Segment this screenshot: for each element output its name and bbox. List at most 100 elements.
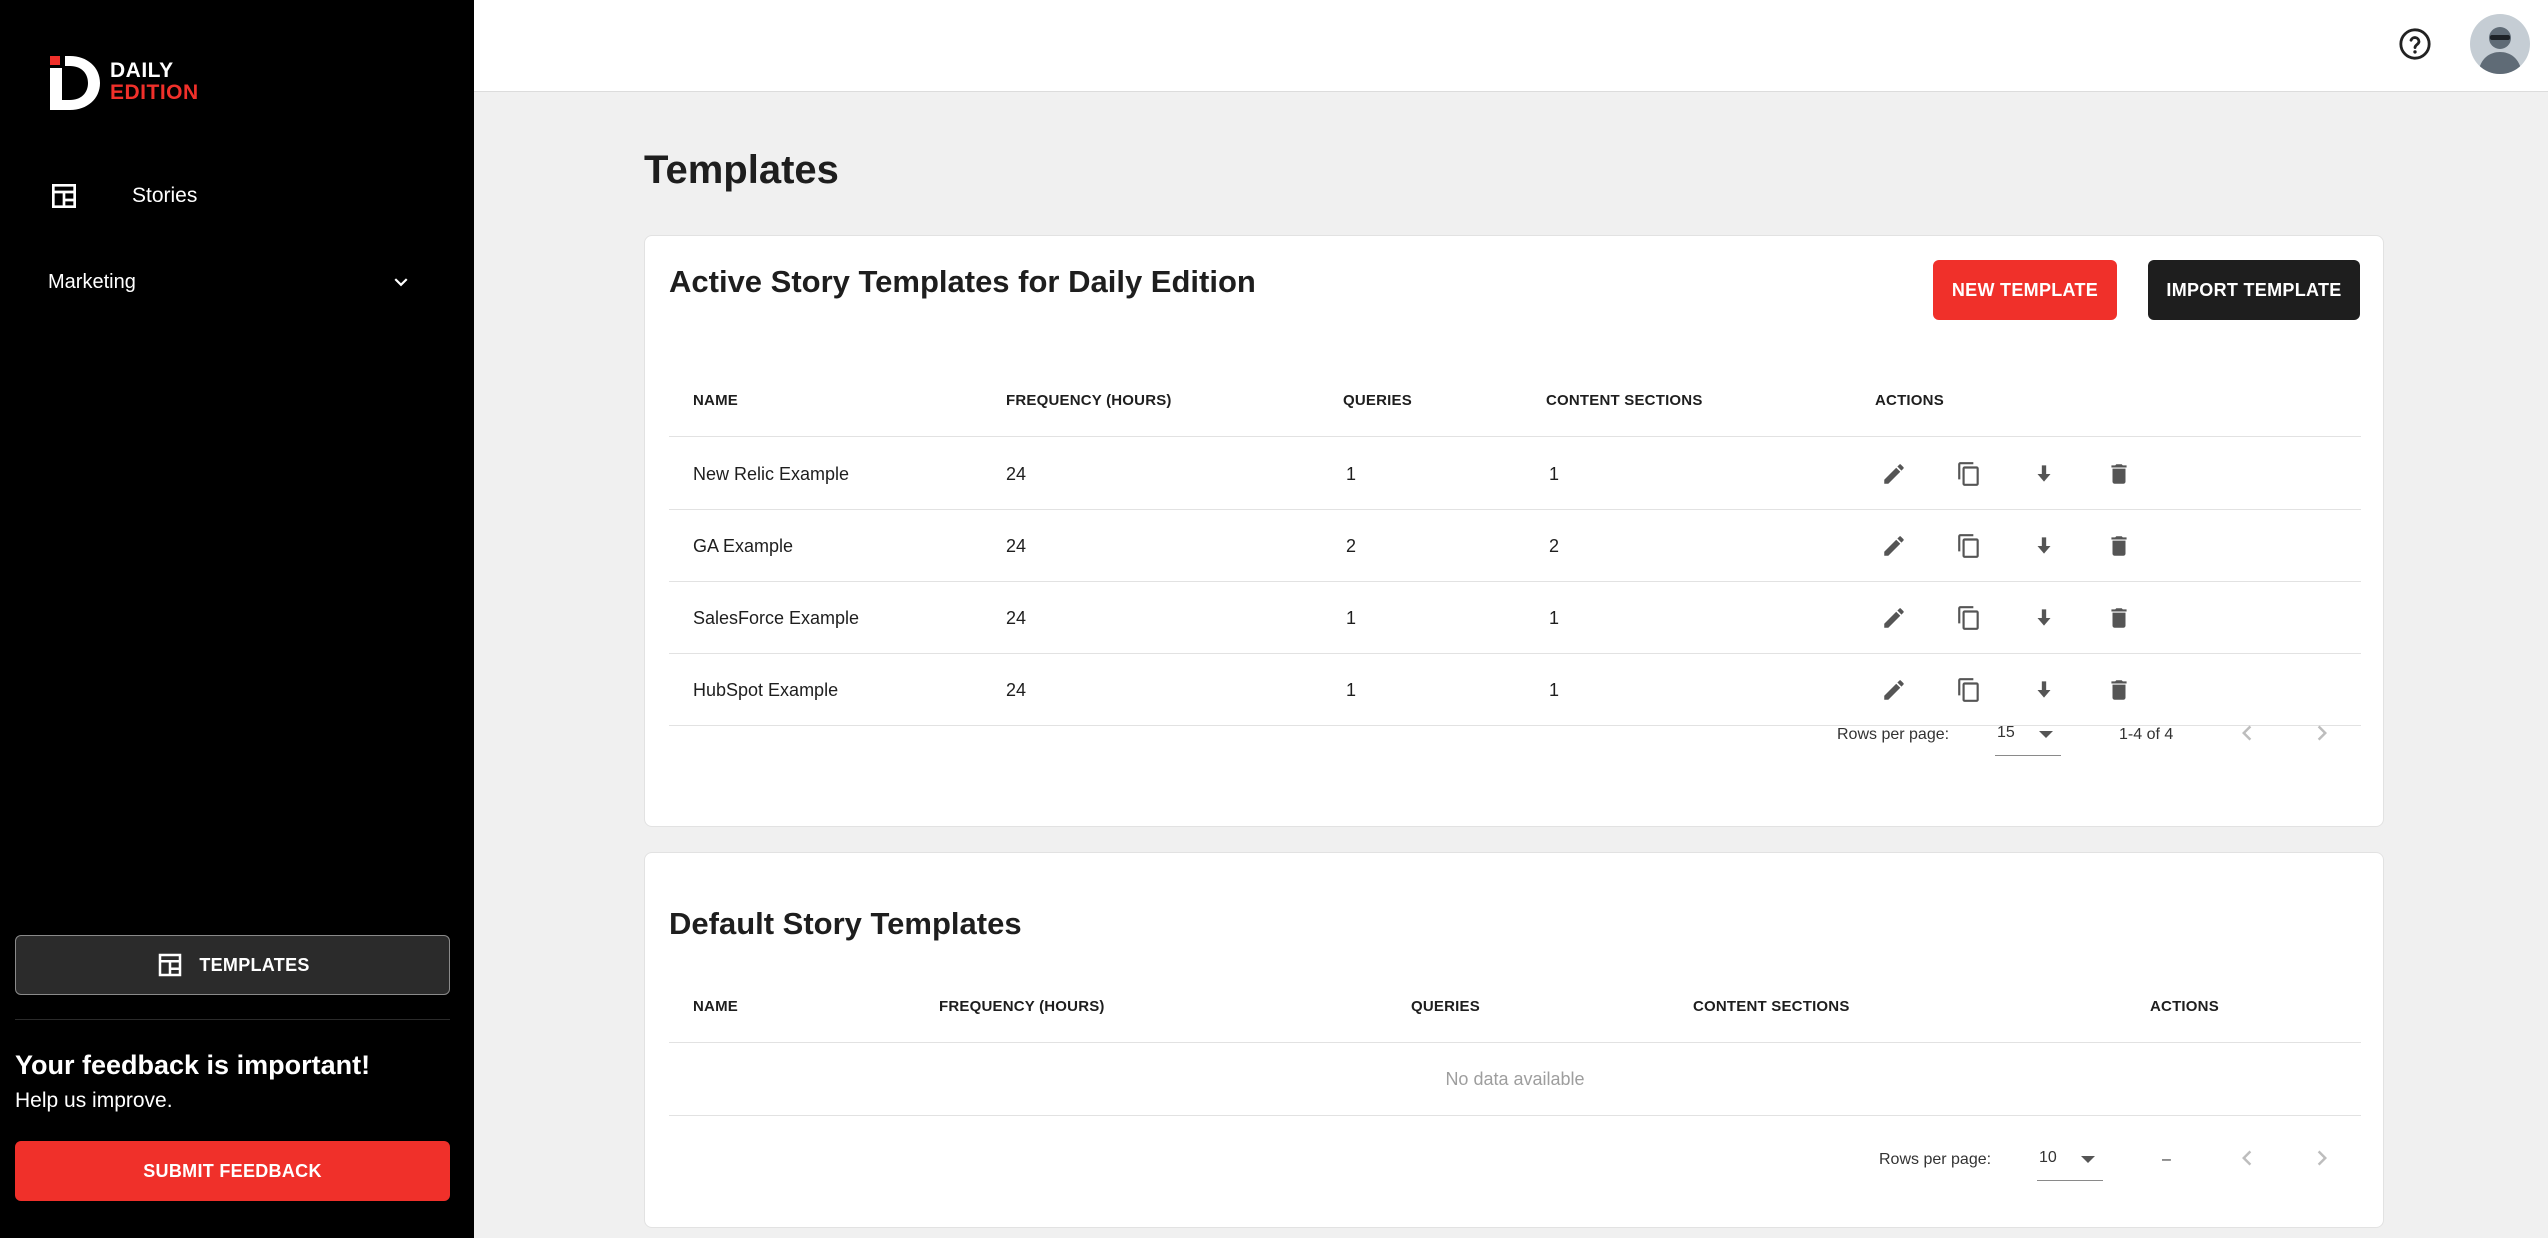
logo-line1: DAILY xyxy=(110,59,174,82)
column-header-frequency[interactable]: FREQUENCY (HOURS) xyxy=(939,971,1105,1043)
copy-icon xyxy=(1958,678,1979,702)
table-row: SalesForce Example 24 1 1 xyxy=(669,582,2361,654)
download-icon xyxy=(2037,537,2051,554)
templates-button-label: TEMPLATES xyxy=(199,954,310,975)
chevron-left-icon xyxy=(2242,725,2252,741)
feedback-title: Your feedback is important! xyxy=(15,1050,371,1080)
chevron-left-icon xyxy=(2242,1150,2252,1166)
logo-line2: EDITION xyxy=(110,81,199,104)
chevron-down-icon xyxy=(394,278,408,287)
sidebar-divider xyxy=(15,1019,450,1020)
delete-button[interactable] xyxy=(2106,461,2132,487)
copy-button[interactable] xyxy=(1956,461,1982,487)
new-template-button[interactable]: NEW TEMPLATE xyxy=(1933,260,2117,320)
cell-frequency: 24 xyxy=(1006,536,1027,556)
cell-frequency: 24 xyxy=(1006,608,1027,628)
column-header-content-sections[interactable]: CONTENT SECTIONS xyxy=(1546,365,1703,437)
copy-button[interactable] xyxy=(1956,533,1982,559)
delete-icon xyxy=(2111,464,2127,484)
copy-icon xyxy=(1958,606,1979,630)
help-circle-icon[interactable] xyxy=(2398,27,2432,61)
next-page-button[interactable] xyxy=(2307,1143,2337,1173)
templates-icon xyxy=(159,953,182,977)
rows-per-page-value: 10 xyxy=(2039,1149,2057,1166)
cell-name: HubSpot Example xyxy=(693,680,839,700)
top-bar xyxy=(474,0,2548,92)
column-header-content-sections[interactable]: CONTENT SECTIONS xyxy=(1693,971,1850,1043)
active-templates-card: Active Story Templates for Daily Edition… xyxy=(644,235,2384,827)
cell-frequency: 24 xyxy=(1006,464,1027,484)
default-table-header: NAME FREQUENCY (HOURS) QUERIES CONTENT S… xyxy=(669,971,2361,1043)
edit-button[interactable] xyxy=(1881,605,1907,631)
pagination-range: – xyxy=(2162,1151,2171,1168)
rows-per-page-label: Rows per page: xyxy=(1837,726,1950,743)
cell-queries: 1 xyxy=(1346,464,1357,484)
default-templates-title: Default Story Templates xyxy=(669,906,1022,941)
sidebar-group-label: Marketing xyxy=(48,270,136,293)
submit-feedback-button[interactable]: SUBMIT FEEDBACK xyxy=(15,1141,450,1201)
delete-icon xyxy=(2111,608,2127,628)
table-row: New Relic Example 24 1 1 xyxy=(669,438,2361,510)
delete-button[interactable] xyxy=(2106,533,2132,559)
column-header-name[interactable]: NAME xyxy=(693,971,738,1043)
chevron-right-icon xyxy=(2317,725,2327,741)
next-page-button[interactable] xyxy=(2307,718,2337,748)
download-button[interactable] xyxy=(2031,533,2057,559)
download-button[interactable] xyxy=(2031,461,2057,487)
caret-down-icon xyxy=(2039,731,2053,738)
sidebar-item-stories[interactable]: Stories xyxy=(48,176,197,216)
delete-button[interactable] xyxy=(2106,677,2132,703)
edit-icon xyxy=(1884,608,1904,628)
user-avatar-icon xyxy=(2478,27,2522,74)
download-icon xyxy=(2037,609,2051,626)
column-header-actions: ACTIONS xyxy=(1875,392,1944,409)
sidebar-item-label: Stories xyxy=(132,184,198,207)
download-button[interactable] xyxy=(2031,677,2057,703)
copy-button[interactable] xyxy=(1956,605,1982,631)
cell-frequency: 24 xyxy=(1006,680,1027,700)
cell-name: GA Example xyxy=(693,536,794,556)
column-header-name[interactable]: NAME xyxy=(693,365,738,437)
active-table-header: NAME FREQUENCY (HOURS) QUERIES CONTENT S… xyxy=(669,365,2361,437)
edit-icon xyxy=(1884,464,1904,484)
edit-button[interactable] xyxy=(1881,533,1907,559)
calendar-icon xyxy=(52,184,76,208)
default-templates-card: Default Story Templates NAME FREQUENCY (… xyxy=(644,852,2384,1228)
column-header-queries[interactable]: QUERIES xyxy=(1343,365,1412,437)
cell-queries: 2 xyxy=(1346,536,1357,556)
cell-name: New Relic Example xyxy=(693,464,850,484)
edit-icon xyxy=(1884,680,1904,700)
rows-per-page-select[interactable]: 10 xyxy=(2037,1141,2103,1181)
feedback-subtitle: Help us improve. xyxy=(15,1089,173,1112)
copy-icon xyxy=(1958,534,1979,558)
sidebar-group-marketing[interactable]: Marketing xyxy=(48,264,414,300)
cell-content-sections: 1 xyxy=(1549,464,1560,484)
previous-page-button[interactable] xyxy=(2232,718,2262,748)
user-avatar[interactable] xyxy=(2470,14,2530,74)
table-row: HubSpot Example 24 1 1 xyxy=(669,654,2361,726)
delete-button[interactable] xyxy=(2106,605,2132,631)
column-header-frequency[interactable]: FREQUENCY (HOURS) xyxy=(1006,365,1172,437)
download-icon xyxy=(2037,681,2051,698)
previous-page-button[interactable] xyxy=(2232,1143,2262,1173)
brand-logo[interactable]: DAILY EDITION xyxy=(48,54,199,110)
edit-icon xyxy=(1884,536,1904,556)
column-header-actions: ACTIONS xyxy=(2150,998,2219,1015)
templates-button[interactable]: TEMPLATES xyxy=(15,935,450,995)
cell-content-sections: 1 xyxy=(1549,680,1560,700)
download-button[interactable] xyxy=(2031,605,2057,631)
delete-icon xyxy=(2111,680,2127,700)
edit-button[interactable] xyxy=(1881,677,1907,703)
rows-per-page-value: 15 xyxy=(1997,724,2015,741)
cell-content-sections: 1 xyxy=(1549,608,1560,628)
import-template-button[interactable]: IMPORT TEMPLATE xyxy=(2148,260,2360,320)
chevron-right-icon xyxy=(2317,1150,2327,1166)
no-data-message: No data available xyxy=(1445,1069,1585,1089)
cell-queries: 1 xyxy=(1346,608,1357,628)
copy-button[interactable] xyxy=(1956,677,1982,703)
rows-per-page-select[interactable]: 15 xyxy=(1995,716,2061,756)
column-header-queries[interactable]: QUERIES xyxy=(1411,971,1480,1043)
pagination-range: 1-4 of 4 xyxy=(2119,726,2174,743)
cell-content-sections: 2 xyxy=(1549,536,1560,556)
edit-button[interactable] xyxy=(1881,461,1907,487)
